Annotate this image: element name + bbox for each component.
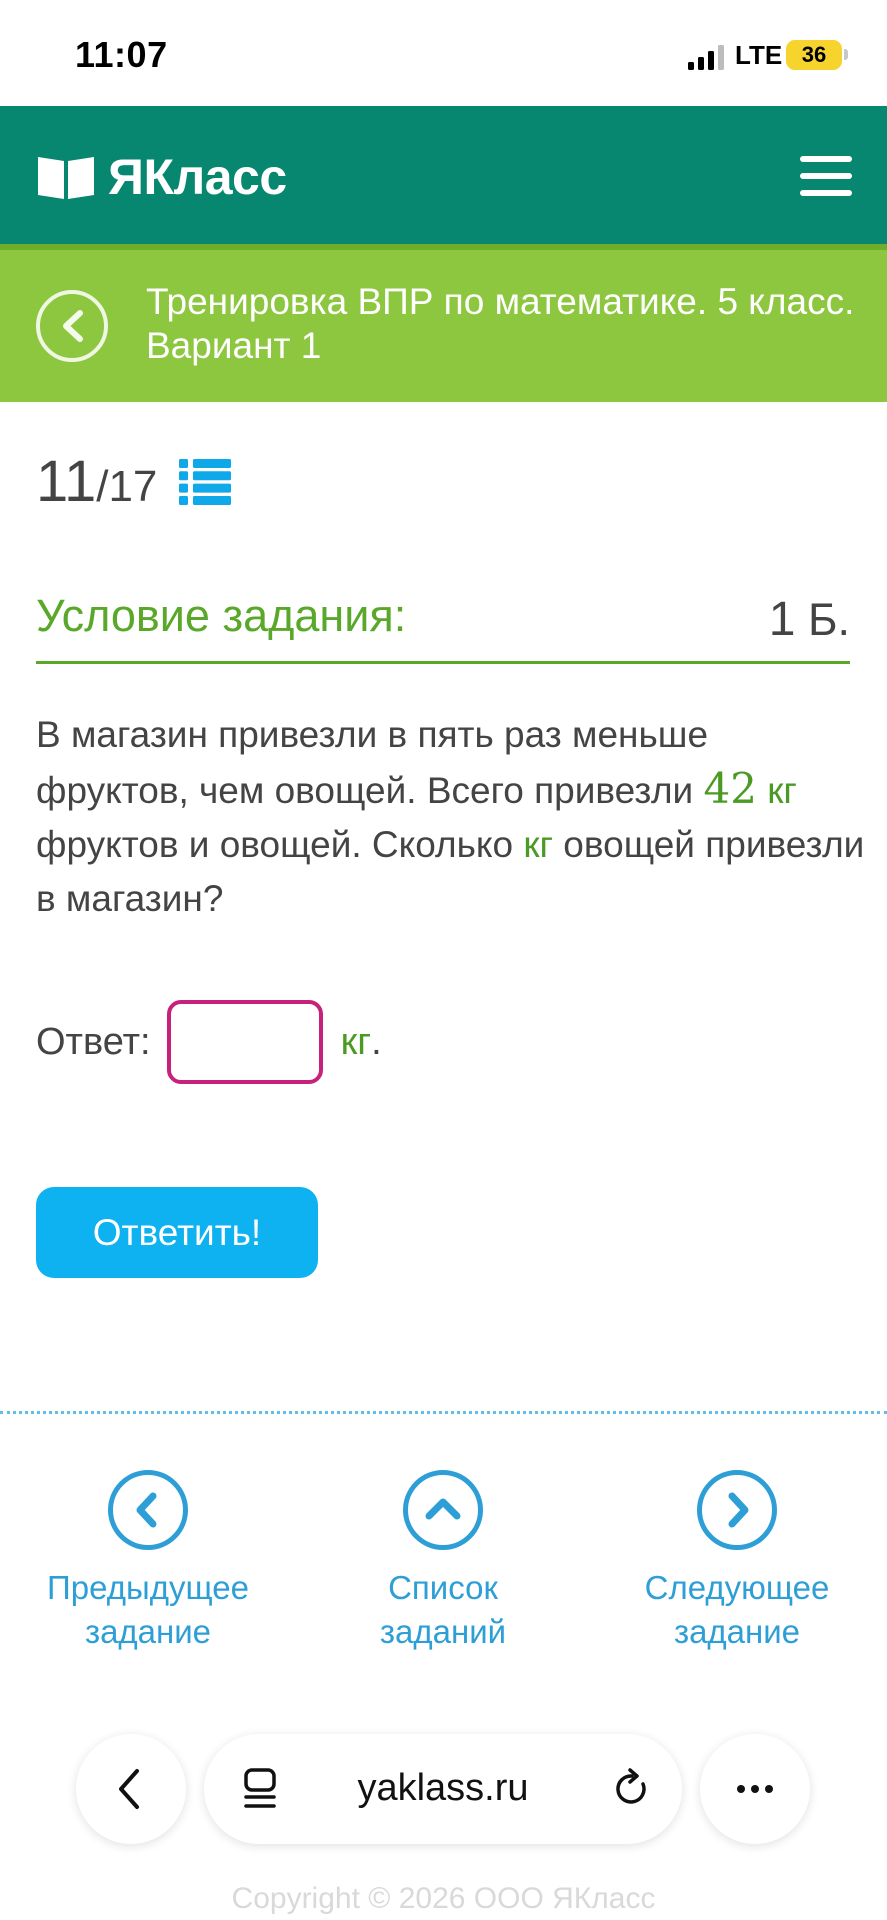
browser-back-button[interactable] — [76, 1734, 186, 1844]
chevron-up-icon — [425, 1498, 461, 1520]
prev-task-link[interactable]: Предыдущее задание — [38, 1470, 258, 1654]
next-circle — [697, 1470, 777, 1550]
brand-name: ЯКласс — [108, 149, 287, 205]
task-counter: 11 /17 — [36, 448, 232, 515]
site-header: ЯКласс — [0, 106, 887, 244]
back-icon — [119, 1769, 139, 1809]
menu-icon[interactable] — [800, 156, 852, 196]
task-heading: Условие задания: 1 Б. — [36, 586, 850, 664]
status-time: 11:07 — [75, 34, 168, 75]
course-bar: Тренировка ВПР по математике. 5 класс. В… — [0, 244, 887, 402]
task-text: В магазин привезли в пять раз меньше фру… — [36, 708, 866, 926]
status-bar: 11:07 LTE 36 — [0, 0, 887, 106]
browser-more-button[interactable] — [700, 1734, 810, 1844]
copyright-text: Copyright © 2026 ООО ЯКласс — [231, 1882, 656, 1915]
task-list-icon[interactable] — [179, 458, 232, 505]
task-unit-2: кг — [523, 824, 554, 865]
chevron-right-icon — [728, 1492, 749, 1528]
points-value: 1 — [768, 593, 796, 646]
answer-label: Ответ: — [36, 1020, 151, 1063]
reload-icon[interactable] — [610, 1766, 654, 1812]
current-task-number: 11 — [36, 449, 97, 514]
task-list-link[interactable]: Список заданий — [333, 1470, 553, 1654]
task-list-label: Список заданий — [379, 1569, 507, 1650]
task-heading-label: Условие задания: — [36, 590, 407, 641]
course-title[interactable]: Тренировка ВПР по математике. 5 класс. В… — [146, 280, 866, 368]
answer-input[interactable] — [166, 1000, 323, 1084]
chevron-left-icon — [136, 1492, 157, 1528]
total-tasks: /17 — [96, 462, 158, 511]
task-text-part1: В магазин привезли в пять раз меньше фру… — [36, 714, 709, 811]
task-points: 1 Б. — [769, 592, 850, 647]
site-logo[interactable]: ЯКласс — [36, 148, 287, 206]
next-task-link[interactable]: Следующее задание — [627, 1470, 847, 1654]
back-arrow-icon — [63, 310, 83, 342]
battery-cap — [844, 49, 848, 60]
answer-row: Ответ: кг. — [36, 1000, 382, 1084]
more-icon — [737, 1785, 773, 1793]
task-text-part2: фруктов и овощей. Сколько — [36, 824, 524, 865]
next-task-label: Следующее задание — [644, 1569, 830, 1650]
answer-unit: кг — [340, 1020, 372, 1063]
points-unit: Б. — [795, 594, 850, 645]
task-unit-1: кг — [756, 770, 797, 811]
task-number: 42 — [703, 764, 757, 813]
submit-button[interactable]: Ответить! — [36, 1187, 318, 1278]
list-circle — [403, 1470, 483, 1550]
prev-task-label: Предыдущее задание — [47, 1569, 249, 1650]
address-bar[interactable]: yaklass.ru — [204, 1734, 682, 1844]
answer-dot: . — [371, 1020, 382, 1063]
book-logo-icon — [38, 157, 94, 199]
prev-circle — [108, 1470, 188, 1550]
battery-icon: 36 — [786, 40, 842, 70]
signal-icon — [688, 45, 724, 70]
course-back-button[interactable] — [36, 290, 108, 362]
dotted-divider — [0, 1411, 887, 1414]
network-type: LTE — [735, 40, 783, 70]
